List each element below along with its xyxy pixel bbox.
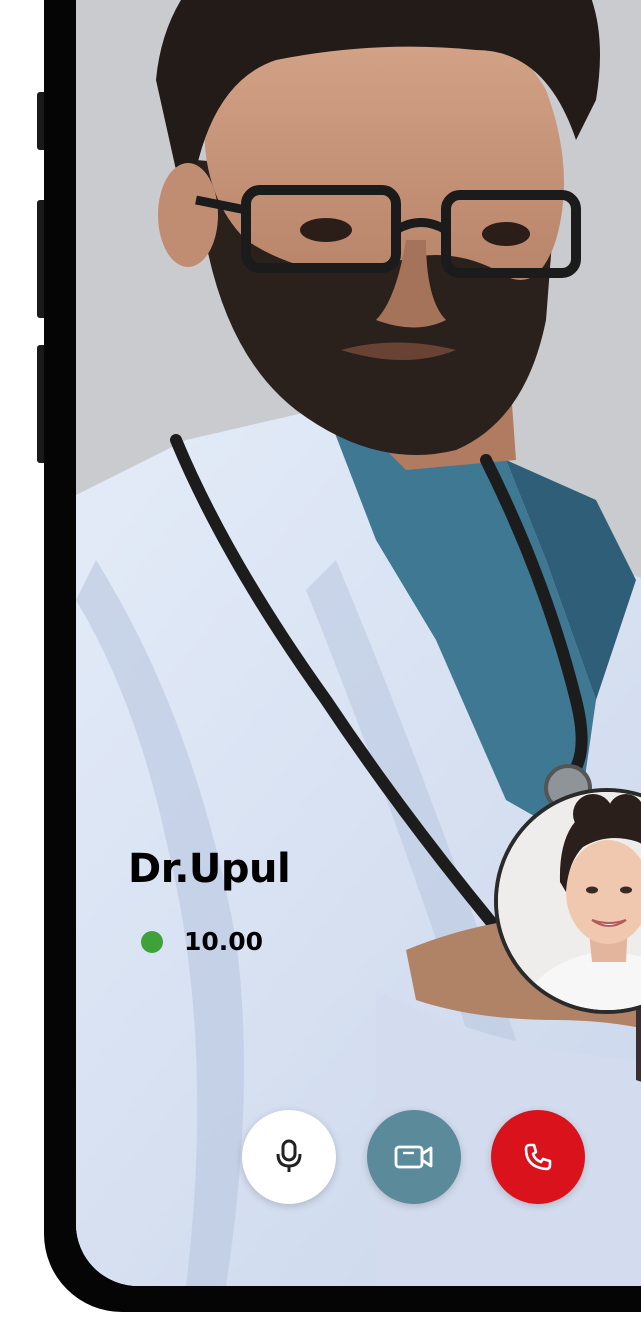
video-camera-icon <box>394 1145 433 1169</box>
online-status-indicator <box>141 931 163 953</box>
call-status: 10.00 <box>141 926 263 958</box>
call-screenshot: Dr.Upul 10.00 <box>0 0 641 1322</box>
phone-icon <box>524 1143 552 1171</box>
microphone-button[interactable] <box>242 1110 336 1204</box>
caller-name: Dr.Upul <box>128 846 291 892</box>
microphone-icon <box>276 1139 302 1172</box>
video-call-screen: Dr.Upul <box>76 0 641 1286</box>
end-call-button[interactable] <box>491 1110 585 1204</box>
video-toggle-button[interactable] <box>367 1110 461 1204</box>
remote-video-feed <box>76 0 641 1286</box>
call-duration: 10.00 <box>184 927 264 956</box>
